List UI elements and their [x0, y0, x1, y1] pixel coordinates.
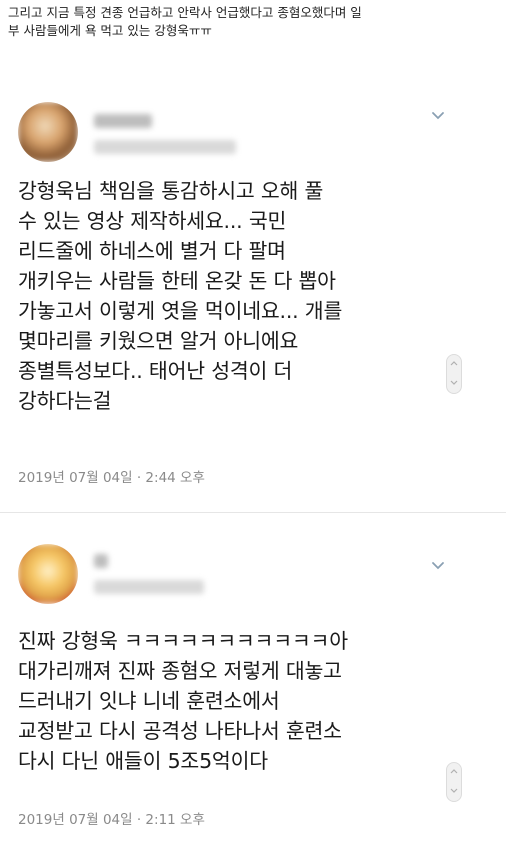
- post-card-1: 강형욱님 책임을 통감하시고 오해 풀 수 있는 영상 제작하세요... 국민 …: [0, 92, 506, 512]
- handle-blurred: [94, 580, 204, 594]
- post-body-line: 종별특성보다.. 태어난 성격이 더: [18, 359, 293, 383]
- post-body: 강형욱님 책임을 통감하시고 오해 풀 수 있는 영상 제작하세요... 국민 …: [18, 176, 448, 416]
- caption-text: 그리고 지금 특정 견종 언급하고 안락사 언급했다고 종혐오했다며 일 부 사…: [8, 4, 498, 40]
- scroll-thumb-icon[interactable]: [446, 762, 462, 802]
- post-divider: [0, 512, 506, 513]
- post-card-2: 진짜 강형욱 ㅋㅋㅋㅋㅋㅋㅋㅋㅋㅋㅋ아 대가리깨져 진짜 종혐오 저렇게 대놓고…: [0, 530, 506, 861]
- post-body: 진짜 강형욱 ㅋㅋㅋㅋㅋㅋㅋㅋㅋㅋㅋ아 대가리깨져 진짜 종혐오 저렇게 대놓고…: [18, 626, 448, 776]
- chevron-down-icon[interactable]: [430, 108, 446, 124]
- post-timestamp[interactable]: 2019년 07월 04일 · 2:44 오후: [18, 466, 205, 486]
- post-body-line: 다시 다닌 애들이 5조5억이다: [18, 749, 268, 773]
- post-body-line: 수 있는 영상 제작하세요... 국민: [18, 209, 287, 233]
- post-body-line: 진짜 강형욱 ㅋㅋㅋㅋㅋㅋㅋㅋㅋㅋㅋ아: [18, 629, 348, 653]
- post-body-line: 몇마리를 키웠으면 알거 아니에요: [18, 329, 299, 353]
- username-blurred[interactable]: [94, 114, 152, 128]
- post-body-line: 리드줄에 하네스에 별거 다 팔며: [18, 239, 286, 263]
- post-timestamp[interactable]: 2019년 07월 04일 · 2:11 오후: [18, 808, 205, 828]
- username-blurred[interactable]: [94, 554, 108, 568]
- avatar[interactable]: [18, 544, 78, 604]
- chevron-down-icon[interactable]: [430, 558, 446, 574]
- scroll-thumb-icon[interactable]: [446, 354, 462, 394]
- post-body-line: 강형욱님 책임을 통감하시고 오해 풀: [18, 179, 324, 203]
- avatar[interactable]: [18, 102, 78, 162]
- post-body-line: 가놓고서 이렇게 엿을 먹이네요... 개를: [18, 299, 343, 323]
- post-body-line: 개키우는 사람들 한테 온갖 돈 다 뽑아: [18, 269, 336, 293]
- handle-blurred: [94, 140, 236, 154]
- caption-line-1: 그리고 지금 특정 견종 언급하고 안락사 언급했다고 종혐오했다며 일: [8, 5, 362, 20]
- post-body-line: 강하다는걸: [18, 389, 112, 413]
- post-body-line: 교정받고 다시 공격성 나타나서 훈련소: [18, 719, 342, 743]
- post-body-line: 드러내기 잇냐 니네 훈련소에서: [18, 689, 280, 713]
- post-body-line: 대가리깨져 진짜 종혐오 저렇게 대놓고: [18, 659, 342, 683]
- caption-line-2: 부 사람들에게 욕 먹고 있는 강형욱ㅠㅠ: [8, 23, 212, 38]
